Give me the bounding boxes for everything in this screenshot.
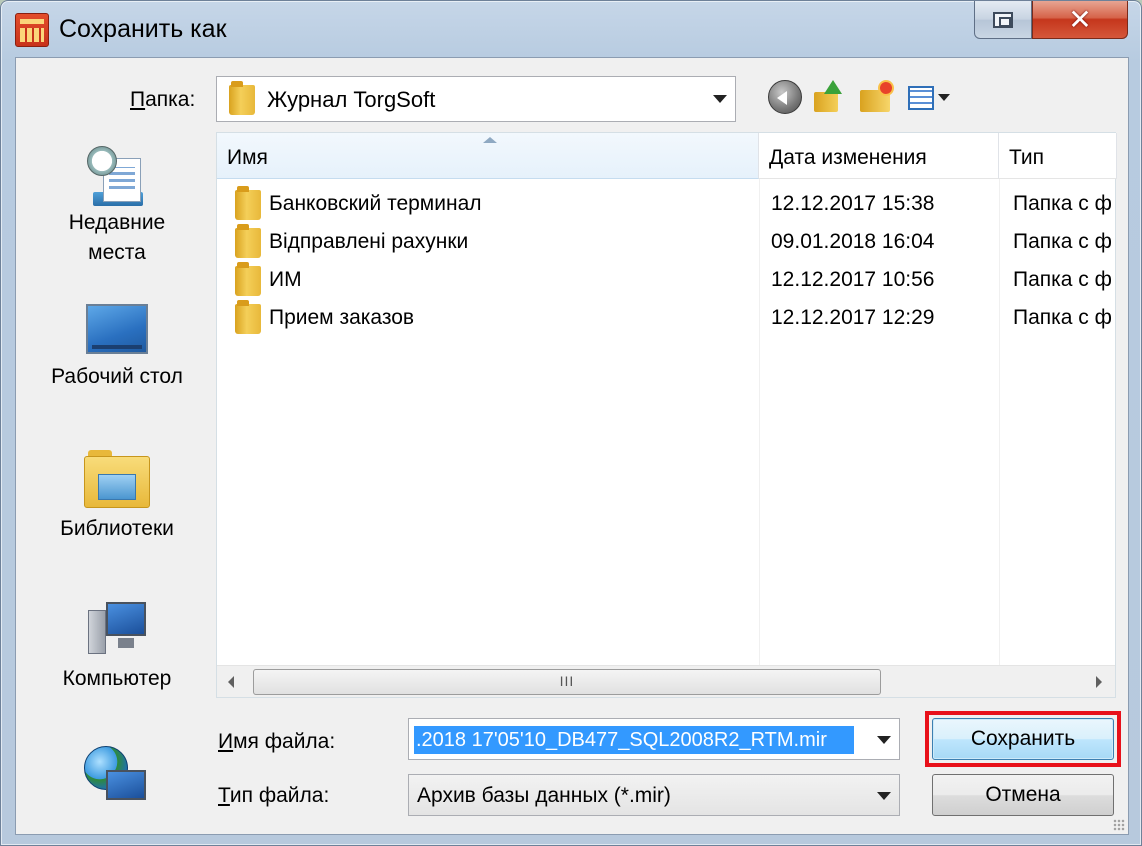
chevron-down-icon	[877, 792, 891, 800]
file-list[interactable]: Имя Дата изменения Тип Банковский термин…	[216, 132, 1117, 698]
desktop-icon	[86, 304, 148, 354]
window-title: Сохранить как	[59, 15, 227, 43]
chevron-down-icon[interactable]	[877, 736, 891, 744]
sort-ascending-icon	[483, 137, 497, 143]
new-folder-icon[interactable]	[858, 80, 894, 116]
place-computer[interactable]: Компьютер	[22, 602, 212, 694]
restore-button[interactable]	[974, 1, 1032, 39]
filetype-value: Архив базы данных (*.mir)	[417, 784, 671, 807]
close-button[interactable]: ✕	[1032, 1, 1128, 39]
chevron-down-icon	[713, 95, 727, 103]
dialog-client-area: Папка: Журнал TorgSoft Недавние места Ра…	[15, 57, 1129, 835]
cancel-button[interactable]: Отмена	[932, 774, 1114, 816]
save-button[interactable]: Сохранить	[932, 718, 1114, 760]
filetype-label: Тип файла:	[218, 784, 330, 807]
recent-places-icon	[87, 146, 147, 208]
views-menu-icon[interactable]	[906, 80, 950, 116]
scroll-left-icon[interactable]	[217, 666, 249, 698]
filename-label: Имя файла:	[218, 730, 336, 753]
list-header: Имя Дата изменения Тип	[217, 133, 1117, 179]
column-header-type[interactable]: Тип	[999, 133, 1117, 179]
list-item[interactable]: Банковский терминал 12.12.2017 15:38 Пап…	[217, 185, 1117, 223]
folder-label: Папка:	[130, 88, 196, 111]
folder-icon	[235, 262, 261, 296]
libraries-icon	[84, 450, 150, 508]
up-folder-icon[interactable]	[812, 80, 848, 116]
scroll-right-icon[interactable]	[1083, 666, 1115, 698]
place-label: Недавние	[68, 211, 166, 234]
place-network[interactable]	[22, 746, 212, 812]
back-icon[interactable]	[768, 80, 802, 114]
restore-icon	[993, 11, 1013, 28]
filename-input[interactable]: .2018 17'05'10_DB477_SQL2008R2_RTM.mir	[408, 718, 900, 760]
place-libraries[interactable]: Библиотеки	[22, 450, 212, 544]
place-label: Библиотеки	[60, 517, 174, 540]
folder-icon	[235, 186, 261, 220]
close-icon: ✕	[1068, 3, 1092, 35]
list-item[interactable]: ИМ 12.12.2017 10:56 Папка с ф	[217, 261, 1117, 299]
place-label: Рабочий стол	[51, 365, 183, 388]
app-icon	[15, 13, 49, 47]
place-label: Компьютер	[62, 667, 172, 690]
current-folder-name: Журнал TorgSoft	[267, 87, 436, 112]
folder-icon	[229, 81, 255, 115]
column-header-name[interactable]: Имя	[217, 133, 759, 179]
place-desktop[interactable]: Рабочий стол	[22, 304, 212, 392]
computer-icon	[84, 602, 150, 658]
title-bar[interactable]: Сохранить как ✕	[1, 1, 1141, 57]
save-as-dialog: Сохранить как ✕ Папка: Журнал TorgSoft Н…	[0, 0, 1142, 846]
resize-grip-icon[interactable]	[1113, 819, 1125, 831]
filename-value: .2018 17'05'10_DB477_SQL2008R2_RTM.mir	[414, 726, 854, 754]
place-recent[interactable]: Недавние места	[22, 146, 212, 268]
list-item[interactable]: Прием заказов 12.12.2017 12:29 Папка с ф	[217, 299, 1117, 337]
list-item[interactable]: Відправлені рахунки 09.01.2018 16:04 Пап…	[217, 223, 1117, 261]
column-header-date[interactable]: Дата изменения	[759, 133, 999, 179]
horizontal-scrollbar[interactable]: III	[217, 665, 1115, 697]
network-icon	[84, 746, 150, 812]
folder-icon	[235, 224, 261, 258]
scroll-thumb[interactable]: III	[253, 669, 881, 695]
place-label-line2: места	[88, 241, 146, 264]
folder-combo[interactable]: Журнал TorgSoft	[216, 76, 736, 122]
folder-icon	[235, 300, 261, 334]
filetype-select[interactable]: Архив базы данных (*.mir)	[408, 774, 900, 816]
places-bar: Недавние места Рабочий стол Библиотеки К…	[22, 132, 212, 832]
